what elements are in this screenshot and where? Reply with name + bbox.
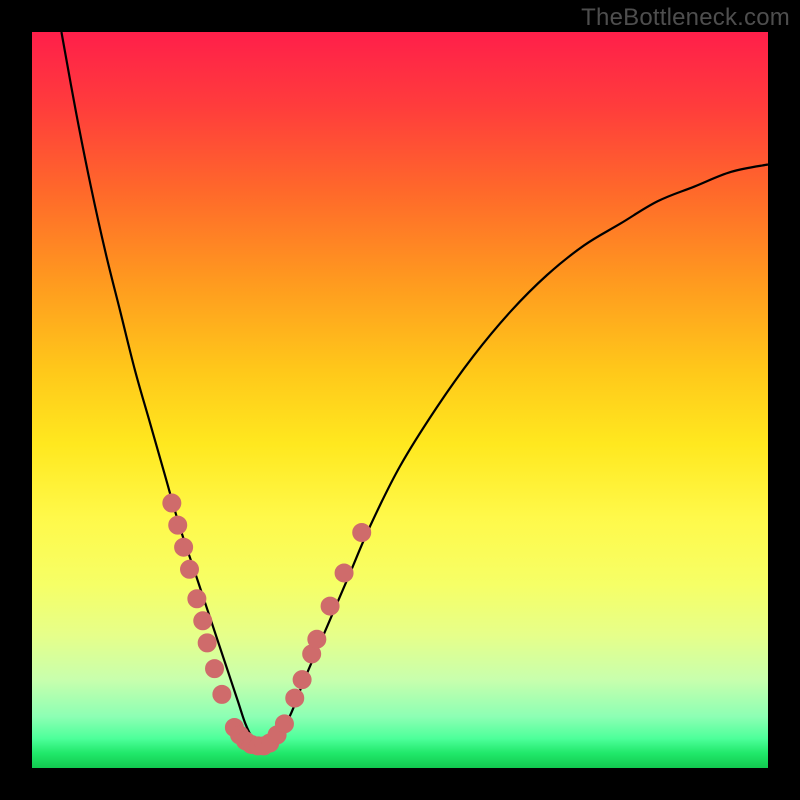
highlight-dot — [353, 523, 371, 541]
highlight-dot — [194, 612, 212, 630]
marker-group — [163, 494, 371, 755]
bottleneck-curve — [61, 32, 768, 747]
highlight-dot — [188, 590, 206, 608]
highlight-dot — [206, 660, 224, 678]
curve-svg — [32, 32, 768, 768]
highlight-dot — [321, 597, 339, 615]
highlight-dot — [169, 516, 187, 534]
highlight-dot — [293, 671, 311, 689]
chart-frame: TheBottleneck.com — [0, 0, 800, 800]
highlight-dot — [335, 564, 353, 582]
highlight-dot — [163, 494, 181, 512]
highlight-dot — [213, 685, 231, 703]
highlight-dot — [175, 538, 193, 556]
plot-area — [32, 32, 768, 768]
highlight-dot — [275, 715, 293, 733]
highlight-dot — [286, 689, 304, 707]
watermark-text: TheBottleneck.com — [581, 4, 790, 32]
highlight-dot — [181, 560, 199, 578]
highlight-dot — [198, 634, 216, 652]
highlight-dot — [308, 630, 326, 648]
